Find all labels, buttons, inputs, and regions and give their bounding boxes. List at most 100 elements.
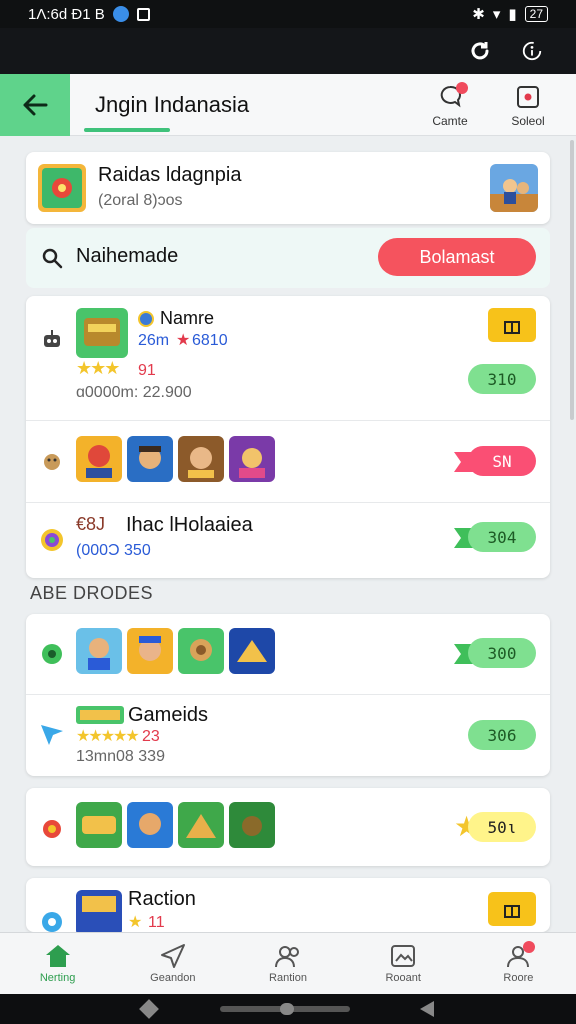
featured-image [490,164,538,212]
gear-icon [38,908,66,932]
download-count: ɑ0000m: 22.900 [76,384,192,401]
title-underline [84,128,170,132]
game-thumbnail [76,802,122,848]
game-thumbnail [76,436,122,482]
star-icon: ★ [128,914,143,931]
app-bar: Jngin Indanasia Camte Soleol [0,74,576,136]
nav-label: Nerting [39,972,76,984]
home-handle [280,1003,294,1015]
robot-icon [38,326,66,354]
status-time: 1Λ:6d Đ1 B [28,5,105,23]
palette-icon [38,526,66,554]
rating-count: 23 [142,728,160,745]
recent-apps-icon[interactable] [139,999,159,1019]
send-icon [160,944,185,968]
game-list-card: 300 Gameids ★★★★★ 23 13mn08 339 306 [26,614,550,776]
back-button[interactable] [0,74,70,136]
game-thumbnail [229,802,275,848]
featured-subtitle: (2oral 8)ɔos [98,192,183,209]
title-prefix: €8J [76,514,106,534]
system-navigation [0,994,576,1024]
gift-icon [504,321,520,334]
nav-profile[interactable]: Roore [461,933,576,994]
game-thumbnail [127,802,173,848]
game-list-card[interactable]: Raction ★ 11 [26,878,550,932]
game-thumbnail [178,802,224,848]
list-item[interactable]: Namre 26m ★ 6810 ★★★ 91 ɑ0000m: 22.900 3… [26,296,550,420]
home-icon [45,945,70,967]
nav-send[interactable]: Geandon [115,933,230,994]
battery-indicator: 27 [524,6,548,22]
image-icon [136,7,150,21]
rating-stars: ★★★ [76,358,120,378]
price-pill[interactable]: 304 [468,522,536,552]
people-icon [275,946,299,968]
refresh-icon[interactable] [466,37,494,65]
nav-people[interactable]: Rantion [230,933,345,994]
chat-icon [38,640,66,668]
game-meta: 26m [138,332,170,349]
game-list-card: Namre 26m ★ 6810 ★★★ 91 ɑ0000m: 22.900 3… [26,296,550,578]
game-list-card[interactable]: ★ 50ι [26,788,550,866]
game-thumbnail [178,436,224,482]
nav-image[interactable]: Rooant [346,933,461,994]
list-item[interactable]: Gameids ★★★★★ 23 13mn08 339 306 [26,694,550,776]
select-label: Soleol [511,114,545,128]
rating-stars: ★★★★★ [76,728,140,745]
rating-count: 91 [138,362,156,379]
search-icon [38,244,66,272]
top-toolbar [0,28,576,74]
info-icon[interactable] [518,37,546,65]
game-thumbnail [38,164,86,212]
game-thumbnail [229,628,275,674]
section-title: ABE DRODES [30,583,154,603]
price-pill[interactable]: 300 [468,638,536,668]
featured-title: Raidas ldagnpia [98,164,242,186]
back-triangle-icon[interactable] [420,1001,434,1017]
game-thumbnail [127,628,173,674]
gift-button[interactable] [488,892,536,926]
star-badge-icon: ★ [176,332,191,349]
price-pill[interactable]: 310 [468,364,536,394]
list-item[interactable]: SN [26,420,550,502]
fruit-icon [38,814,66,842]
game-sub: (000Ͻ 350 [76,542,151,559]
notification-dot [522,941,535,953]
select-button[interactable]: Soleol [498,84,558,128]
game-meta-secondary: 6810 [192,332,228,349]
price-pill[interactable]: 50ι [468,812,536,842]
comments-button[interactable]: Camte [420,82,480,128]
price-pill[interactable]: 306 [468,720,536,750]
game-title: Raction [128,888,196,910]
page-title: Jngin Indanasia [95,92,250,117]
bluetooth-icon: ✱ [472,6,485,23]
status-bar: 1Λ:6d Đ1 B ✱ ▾ ▮ 27 [0,0,576,28]
nav-label: Rantion [269,972,307,984]
scrollbar[interactable] [570,140,574,420]
gift-icon [504,905,520,918]
game-title: Gameids [128,704,209,726]
nav-home[interactable]: Nerting [0,933,115,994]
wifi-icon: ▾ [492,6,501,23]
game-thumbnail [127,436,173,482]
game-thumbnail [178,628,224,674]
image-icon [391,945,416,967]
nav-label: Geandon [150,972,196,984]
game-thumbnail [229,436,275,482]
list-item[interactable]: €8J Ihac lHolaaiea (000Ͻ 350 304 [26,502,550,578]
search-label: Naihemade [76,245,179,267]
price-pill[interactable]: SN [468,446,536,476]
featured-card[interactable]: Raidas ldagnpia (2oral 8)ɔos [26,152,550,224]
puzzle-icon [38,447,66,475]
bottom-navigation: Nerting Geandon Rantion Rooant Roore [0,932,576,994]
signal-icon: ▮ [508,6,517,23]
gift-button[interactable] [488,308,536,342]
rating-count: 11 [148,914,165,931]
download-button[interactable]: Bolamast [378,238,536,276]
game-thumbnail [76,890,122,932]
globe-icon [112,6,129,22]
list-item[interactable]: 300 [26,614,550,694]
game-thumbnail [76,308,128,358]
notification-dot [456,82,468,94]
search-bar[interactable]: Naihemade Bolamast [26,228,550,288]
